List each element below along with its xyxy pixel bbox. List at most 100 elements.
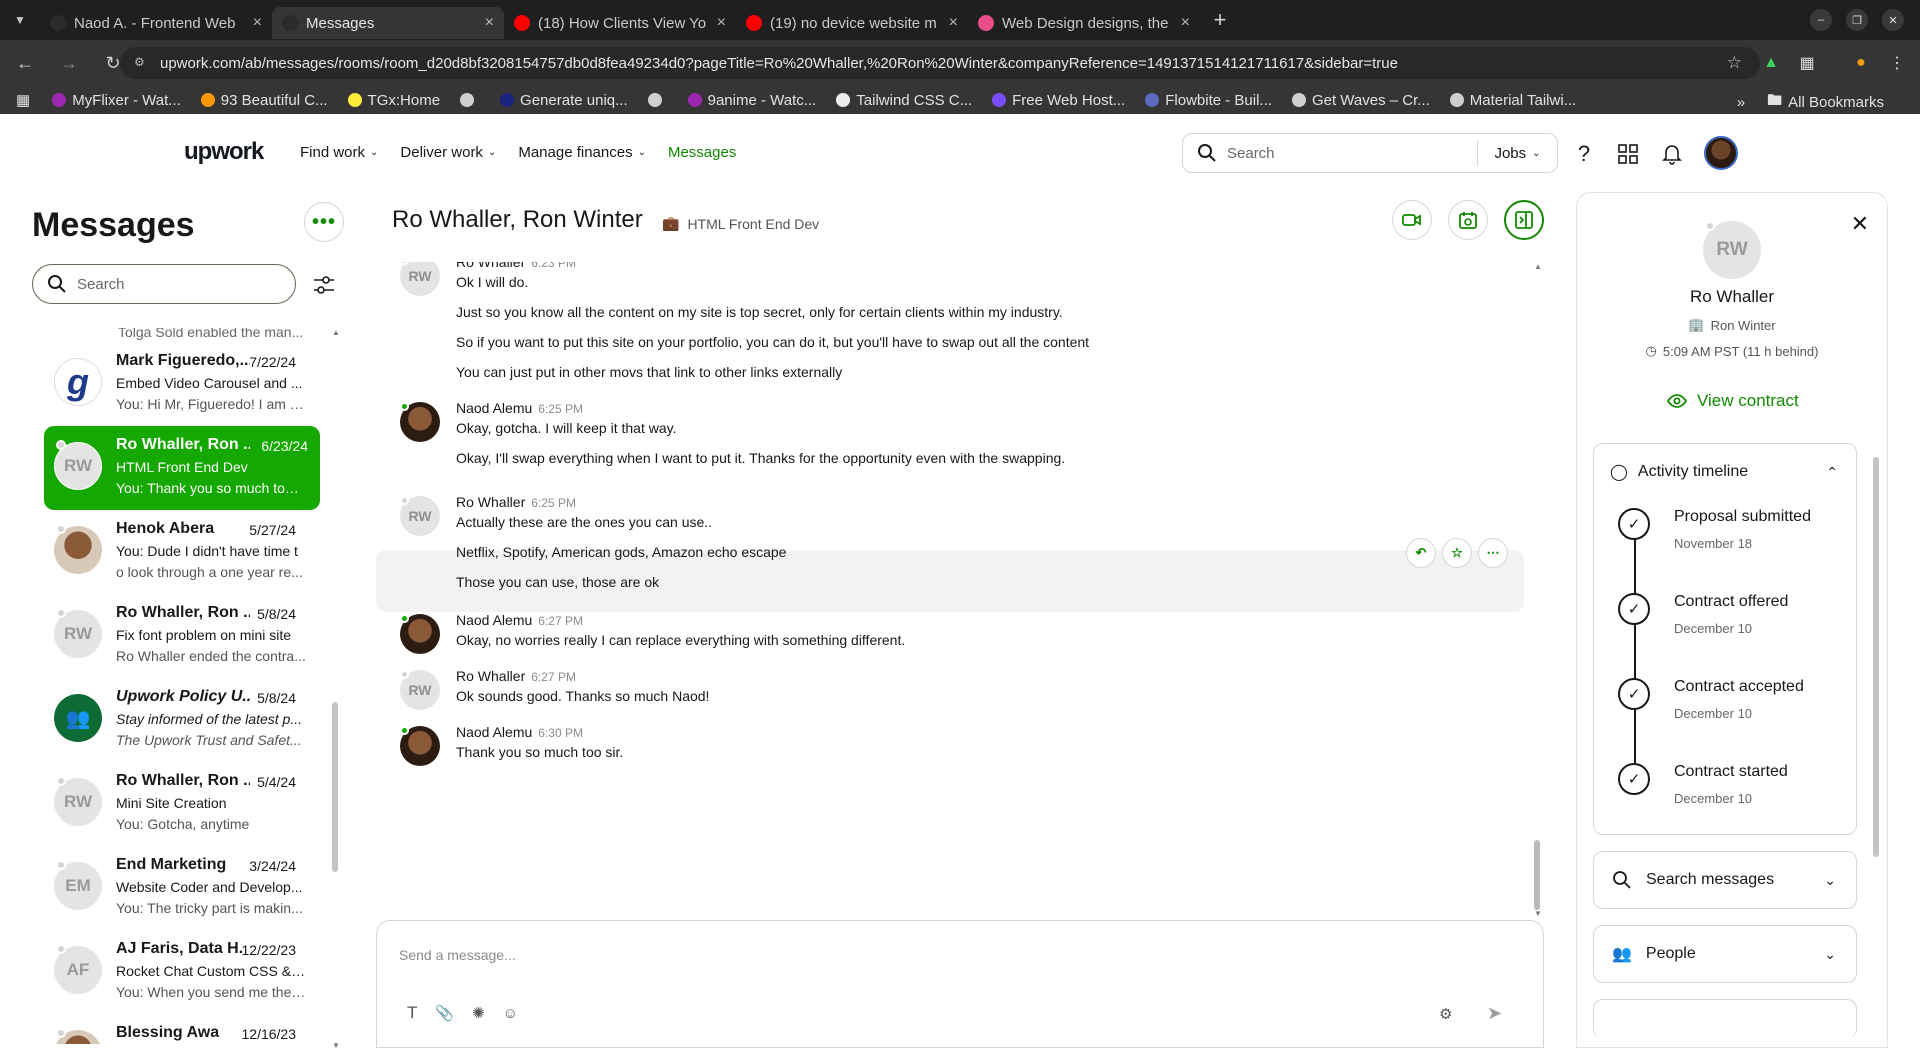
reply-icon[interactable]: ↶: [1406, 538, 1436, 568]
new-tab-button[interactable]: +: [1204, 4, 1236, 36]
chat-subtitle-text: HTML Front End Dev: [687, 215, 820, 232]
close-window-icon[interactable]: ✕: [1882, 9, 1904, 31]
browser-tab[interactable]: Web Design designs, the ×: [968, 7, 1200, 39]
minimize-icon[interactable]: –: [1810, 9, 1832, 31]
bookmark-item[interactable]: Generate uniq...: [500, 92, 628, 109]
site-info-icon[interactable]: ⚙: [134, 55, 150, 71]
more-options-button[interactable]: •••: [304, 202, 344, 242]
close-tab-icon[interactable]: ×: [1181, 14, 1190, 32]
all-bookmarks[interactable]: 🖿 All Bookmarks: [1767, 90, 1884, 115]
room-item[interactable]: RW Ro Whaller, Ron ... 5/4/24 Mini Site Cre…: [44, 762, 308, 846]
notifications-bell-icon[interactable]: [1660, 142, 1684, 166]
browser-toolbar: ← → ↻ ⚙ upwork.com/ab/messages/rooms/roo…: [0, 40, 1920, 86]
rooms-scroll-thumb[interactable]: [332, 702, 338, 872]
bookmark-item[interactable]: Flowbite - Buil...: [1145, 92, 1272, 109]
profile-icon[interactable]: ●: [1850, 52, 1872, 74]
message-composer: Send a message... T 📎 ✺ ☺ ⚙ ➤: [376, 920, 1544, 1048]
browser-tab[interactable]: Messages ×: [272, 7, 504, 39]
header-search[interactable]: Search Jobs ⌄: [1182, 133, 1558, 173]
bookmark-item[interactable]: Get Waves – Cr...: [1291, 92, 1430, 109]
forward-icon[interactable]: →: [50, 44, 88, 82]
text-format-icon[interactable]: T: [407, 1003, 417, 1023]
rooms-search[interactable]: Search: [32, 264, 296, 304]
browser-tab[interactable]: Naod A. - Frontend Web ×: [40, 7, 272, 39]
nav-deliver-work[interactable]: Deliver work ⌄: [400, 144, 496, 161]
chat-scroll-thumb[interactable]: [1534, 840, 1540, 910]
close-tab-icon[interactable]: ×: [485, 14, 494, 32]
extensions-puzzle-icon[interactable]: ▦: [1796, 52, 1818, 74]
browser-menu-icon[interactable]: ⋮: [1886, 52, 1908, 74]
bookmark-item[interactable]: Tailwind CSS C...: [836, 92, 972, 109]
extension-icon[interactable]: ▲: [1760, 52, 1782, 74]
room-date: 7/22/24: [249, 354, 296, 370]
more-icon[interactable]: ⋯: [1478, 538, 1508, 568]
bookmark-item[interactable]: 93 Beautiful C...: [200, 91, 328, 109]
presence-dot: [56, 776, 66, 786]
attach-paperclip-icon[interactable]: 📎: [435, 1004, 454, 1022]
bookmark-item[interactable]: MyFlixer - Wat...: [52, 92, 181, 109]
search-scope-dropdown[interactable]: Jobs ⌄: [1477, 140, 1557, 166]
filter-icon[interactable]: [312, 274, 336, 296]
user-avatar[interactable]: [1704, 136, 1738, 170]
room-item[interactable]: EM End Marketing 3/24/24 Website Coder and …: [44, 846, 308, 930]
back-icon[interactable]: ←: [6, 44, 44, 82]
url-bar[interactable]: ⚙ upwork.com/ab/messages/rooms/room_d20d…: [120, 47, 1760, 79]
search-messages-section[interactable]: Search messages ⌄: [1593, 851, 1857, 909]
sidebar-scrollbar[interactable]: [1873, 447, 1881, 1027]
close-icon[interactable]: ✕: [1851, 211, 1869, 237]
message-input[interactable]: Send a message...: [399, 947, 516, 963]
composer-settings-icon[interactable]: ⚙: [1439, 1005, 1452, 1023]
room-preview: You: The tricky part is makin...: [116, 900, 303, 916]
emoji-icon[interactable]: ☺: [503, 1005, 518, 1022]
header-search-input[interactable]: Search: [1227, 145, 1275, 162]
video-call-button[interactable]: [1392, 200, 1432, 240]
nav-manage-finances[interactable]: Manage finances ⌄: [518, 144, 646, 161]
chat-scrollbar[interactable]: ▲ ▼: [1534, 262, 1542, 918]
browser-tab[interactable]: (19) no device website m ×: [736, 7, 968, 39]
people-section[interactable]: 👥 People ⌄: [1593, 925, 1857, 983]
room-item[interactable]: RW Ro Whaller, Ron ... 5/8/24 Fix font prob…: [44, 594, 308, 678]
react-icon[interactable]: ☆: [1442, 538, 1472, 568]
bookmark-item[interactable]: Material Tailwi...: [1449, 92, 1576, 109]
close-tab-icon[interactable]: ×: [949, 14, 958, 32]
room-item[interactable]: Blessing Awa 12/16/23: [44, 1014, 308, 1044]
nav-messages[interactable]: Messages: [668, 144, 736, 161]
more-section[interactable]: [1593, 999, 1857, 1039]
help-icon[interactable]: ?: [1572, 141, 1596, 166]
magic-sparkle-icon[interactable]: ✺: [472, 1004, 485, 1022]
bookmark-label: 93 Beautiful C...: [220, 91, 328, 109]
room-item[interactable]: g Mark Figueredo,... 7/22/24 Embed Video Ca…: [44, 342, 308, 426]
bookmark-item[interactable]: TGx:Home: [347, 92, 440, 109]
schedule-meeting-button[interactable]: [1448, 200, 1488, 240]
room-item[interactable]: 👥 Upwork Policy U... 5/8/24 Stay informed o…: [44, 678, 308, 762]
more-bookmarks-icon[interactable]: »: [1737, 94, 1745, 111]
activity-timeline-header[interactable]: ◯ Activity timeline: [1610, 462, 1748, 482]
timeline-step-title: Contract offered: [1674, 593, 1789, 610]
rooms-search-input[interactable]: Search: [77, 276, 125, 293]
send-icon[interactable]: ➤: [1487, 1003, 1502, 1024]
room-item[interactable]: RW Ro Whaller, Ron ... 6/23/24 HTML Front E…: [44, 426, 320, 510]
apps-icon[interactable]: [1616, 142, 1640, 166]
sidebar-scroll-thumb[interactable]: [1873, 457, 1879, 857]
tab-search-chevron-icon[interactable]: ▼: [0, 0, 40, 40]
room-item[interactable]: Henok Abera 5/27/24 You: Dude I didn't hav…: [44, 510, 308, 594]
bookmark-item[interactable]: Free Web Host...: [992, 92, 1125, 109]
bookmark-item[interactable]: 9anime - Watc...: [687, 92, 816, 109]
browser-tab[interactable]: (18) How Clients View Yo ×: [504, 7, 736, 39]
bookmark-item[interactable]: [460, 92, 480, 109]
close-tab-icon[interactable]: ×: [253, 14, 262, 32]
toggle-sidebar-button[interactable]: [1504, 200, 1544, 240]
bookmark-star-icon[interactable]: ☆: [1727, 53, 1742, 73]
upwork-logo[interactable]: upwork: [184, 138, 264, 166]
bookmark-item[interactable]: [647, 92, 668, 109]
apps-grid-icon[interactable]: ▦: [16, 91, 30, 109]
rooms-scrollbar[interactable]: ▲ ▼: [332, 328, 340, 1048]
close-tab-icon[interactable]: ×: [717, 14, 726, 32]
timeline-step-date: December 10: [1674, 621, 1753, 636]
restore-icon[interactable]: ❐: [1846, 9, 1868, 31]
room-item[interactable]: AF AJ Faris, Data H. 12/22/23 Rocket Chat C…: [44, 930, 308, 1014]
bookmarks-bar: ▦ MyFlixer - Wat... 93 Beautiful C... TGx:…: [0, 86, 1920, 114]
view-contract-link[interactable]: View contract: [1667, 391, 1799, 411]
chevron-up-icon[interactable]: ⌃: [1826, 464, 1838, 481]
nav-find-work[interactable]: Find work ⌄: [300, 144, 378, 161]
